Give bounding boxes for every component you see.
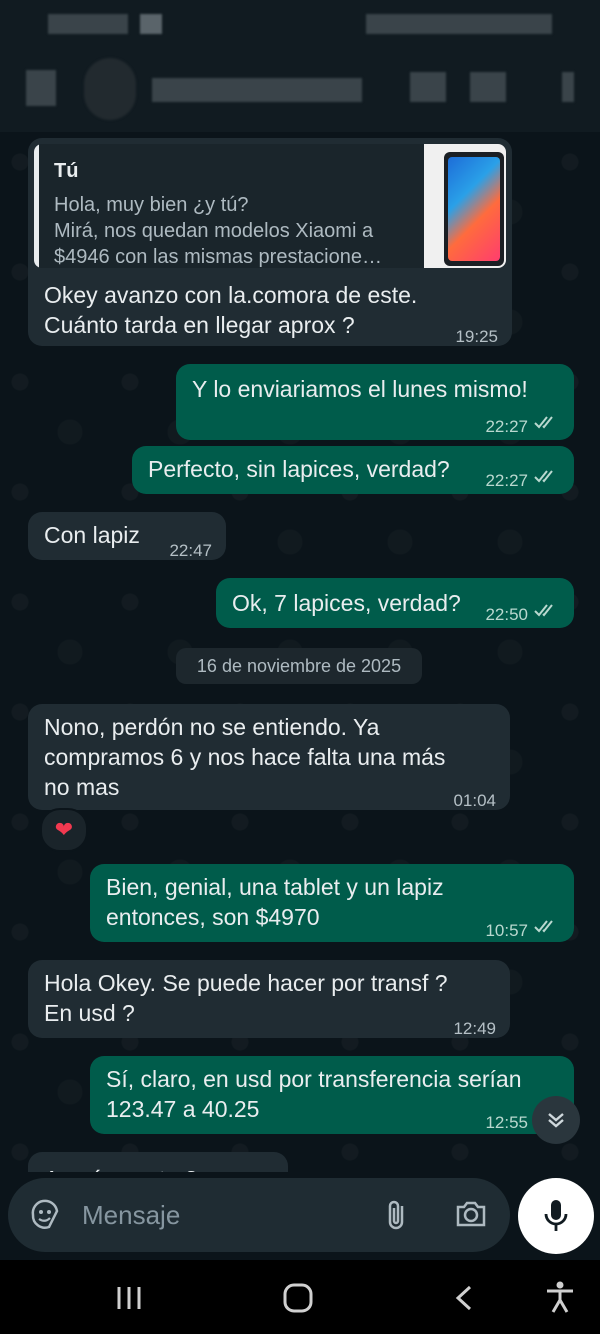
message-text: compramos 6 y nos hace falta una más — [44, 744, 446, 770]
message-text: entonces, son $4970 — [106, 904, 320, 930]
mic-icon — [544, 1200, 568, 1231]
back-icon[interactable] — [452, 1284, 476, 1312]
scroll-to-bottom-button[interactable] — [532, 1096, 580, 1144]
chat-area[interactable]: Tú Hola, muy bien ¿y tú? Mirá, nos queda… — [0, 132, 600, 1172]
chat-header — [0, 48, 600, 132]
message-text: no mas — [44, 774, 120, 800]
message-input[interactable]: Mensaje — [82, 1200, 180, 1231]
message-bubble-outgoing[interactable]: Sí, claro, en usd por transferencia serí… — [90, 1056, 574, 1134]
message-text: Nono, perdón no se entiendo. Ya — [44, 714, 380, 740]
message-time: 12:49 — [453, 1019, 496, 1038]
video-call-icon[interactable] — [410, 72, 446, 102]
sticker-icon[interactable] — [28, 1198, 62, 1232]
home-icon[interactable] — [282, 1282, 314, 1314]
read-ticks-icon — [534, 604, 553, 617]
message-bubble-outgoing[interactable]: Perfecto, sin lapices, verdad? 22:27 — [132, 446, 574, 494]
recent-apps-icon[interactable] — [114, 1284, 144, 1312]
message-time: 10:57 — [485, 921, 528, 940]
message-bubble-incoming[interactable]: A qué cuenta ? — [28, 1152, 288, 1172]
message-time: 22:27 — [485, 471, 528, 490]
message-text: Bien, genial, una tablet y un lapiz — [106, 874, 444, 900]
status-bar — [0, 0, 600, 48]
message-text: Con lapiz — [44, 522, 140, 548]
message-time: 22:47 — [169, 541, 212, 560]
message-text: En usd ? — [44, 1000, 135, 1026]
message-time: 01:04 — [453, 791, 496, 810]
product-thumbnail — [424, 144, 506, 268]
message-text: Ok, 7 lapices, verdad? — [232, 590, 461, 616]
accessibility-icon[interactable] — [544, 1280, 576, 1314]
reply-line: $4946 con las mismas prestacione… — [54, 246, 382, 268]
message-text: Sí, claro, en usd por transferencia serí… — [106, 1066, 522, 1092]
message-time: 12:55 — [485, 1113, 528, 1132]
attach-icon[interactable] — [382, 1198, 412, 1232]
contact-name[interactable] — [152, 78, 362, 102]
message-text: Perfecto, sin lapices, verdad? — [148, 456, 450, 482]
contact-avatar[interactable] — [84, 58, 136, 120]
message-bubble-outgoing[interactable]: Y lo enviariamos el lunes mismo! 22:27 — [176, 364, 574, 440]
message-bubble-incoming[interactable]: Nono, perdón no se entiendo. Ya compramo… — [28, 704, 510, 810]
message-bubble-outgoing[interactable]: Bien, genial, una tablet y un lapiz ento… — [90, 864, 574, 942]
chevron-down-icon — [548, 1113, 564, 1128]
message-text: Hola Okey. Se puede hacer por transf ? — [44, 970, 448, 996]
menu-icon[interactable] — [562, 72, 574, 102]
camera-icon[interactable] — [454, 1198, 488, 1230]
message-bubble-incoming[interactable]: Hola Okey. Se puede hacer por transf ? E… — [28, 960, 510, 1038]
message-text: A qué cuenta ? — [44, 1164, 197, 1172]
back-arrow-icon[interactable] — [26, 70, 56, 106]
message-time: 19:25 — [455, 327, 498, 346]
read-ticks-icon — [534, 416, 553, 429]
mic-button[interactable] — [518, 1178, 594, 1254]
message-text: 123.47 a 40.25 — [106, 1096, 260, 1122]
message-time: 22:50 — [485, 605, 528, 624]
message-input-bar[interactable]: Mensaje — [8, 1178, 510, 1252]
system-navigation-bar — [0, 1260, 600, 1334]
reply-quote[interactable]: Tú Hola, muy bien ¿y tú? Mirá, nos queda… — [34, 144, 506, 268]
date-separator: 16 de noviembre de 2025 — [176, 648, 422, 684]
message-bubble-outgoing[interactable]: Ok, 7 lapices, verdad? 22:50 — [216, 578, 574, 628]
voice-call-icon[interactable] — [470, 72, 506, 102]
read-ticks-icon — [534, 470, 553, 483]
message-time: 22:27 — [485, 417, 528, 436]
message-text: Cuánto tarda en llegar aprox ? — [44, 312, 355, 338]
reply-author: Tú — [54, 160, 79, 182]
read-ticks-icon — [534, 920, 553, 933]
heart-reaction-icon[interactable]: ❤ — [40, 808, 88, 852]
message-bubble-incoming[interactable]: Con lapiz 22:47 — [28, 512, 226, 560]
message-bubble-incoming[interactable]: Tú Hola, muy bien ¿y tú? Mirá, nos queda… — [28, 138, 512, 346]
message-text: Y lo enviariamos el lunes mismo! — [192, 376, 528, 402]
message-text: Okey avanzo con la.comora de este. — [44, 282, 418, 308]
